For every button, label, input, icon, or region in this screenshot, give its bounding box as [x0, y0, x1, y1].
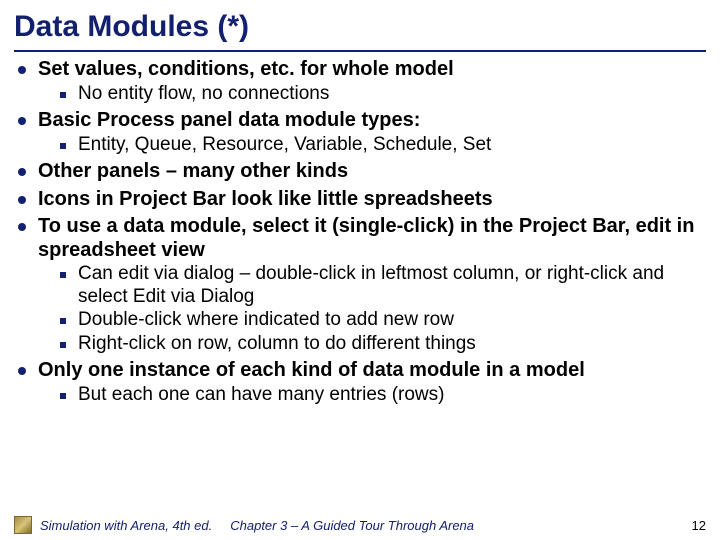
bullet-l2: But each one can have many entries (rows… [60, 384, 702, 406]
bullet-l1: Set values, conditions, etc. for whole m… [18, 58, 702, 82]
title-rule [14, 50, 706, 52]
bullet-text: Entity, Queue, Resource, Variable, Sched… [78, 134, 702, 156]
square-bullet-icon [60, 92, 66, 98]
bullet-l1: To use a data module, select it (single-… [18, 215, 702, 262]
bullet-l2: Entity, Queue, Resource, Variable, Sched… [60, 134, 702, 156]
bullet-text: Icons in Project Bar look like little sp… [38, 188, 702, 212]
disc-bullet-icon [18, 168, 26, 176]
bullet-l2: Can edit via dialog – double-click in le… [60, 263, 702, 308]
square-bullet-icon [60, 272, 66, 278]
square-bullet-icon [60, 318, 66, 324]
disc-bullet-icon [18, 196, 26, 204]
bullet-text: Can edit via dialog – double-click in le… [78, 263, 702, 308]
bullet-text: No entity flow, no connections [78, 83, 702, 105]
bullet-l2: Double-click where indicated to add new … [60, 309, 702, 331]
disc-bullet-icon [18, 66, 26, 74]
bullet-text: Double-click where indicated to add new … [78, 309, 702, 331]
footer-chapter: Chapter 3 – A Guided Tour Through Arena [230, 518, 691, 533]
slide: Data Modules (*) Set values, conditions,… [0, 0, 720, 540]
bullet-text: Set values, conditions, etc. for whole m… [38, 58, 702, 82]
disc-bullet-icon [18, 117, 26, 125]
bullet-text: Only one instance of each kind of data m… [38, 359, 702, 383]
slide-content: Set values, conditions, etc. for whole m… [0, 58, 720, 406]
bullet-l2: Right-click on row, column to do differe… [60, 333, 702, 355]
slide-footer: Simulation with Arena, 4th ed. Chapter 3… [0, 516, 720, 534]
bullet-l2: No entity flow, no connections [60, 83, 702, 105]
bullet-text: But each one can have many entries (rows… [78, 384, 702, 406]
bullet-l1: Only one instance of each kind of data m… [18, 359, 702, 383]
bullet-l1: Icons in Project Bar look like little sp… [18, 188, 702, 212]
bullet-text: Other panels – many other kinds [38, 160, 702, 184]
footer-book: Simulation with Arena, 4th ed. [40, 518, 212, 533]
book-icon [14, 516, 32, 534]
bullet-text: Basic Process panel data module types: [38, 109, 702, 133]
bullet-l1: Basic Process panel data module types: [18, 109, 702, 133]
square-bullet-icon [60, 393, 66, 399]
disc-bullet-icon [18, 367, 26, 375]
square-bullet-icon [60, 342, 66, 348]
disc-bullet-icon [18, 223, 26, 231]
bullet-text: To use a data module, select it (single-… [38, 215, 702, 262]
slide-title: Data Modules (*) [0, 0, 720, 48]
footer-page-number: 12 [692, 518, 706, 533]
bullet-l1: Other panels – many other kinds [18, 160, 702, 184]
bullet-text: Right-click on row, column to do differe… [78, 333, 702, 355]
square-bullet-icon [60, 143, 66, 149]
